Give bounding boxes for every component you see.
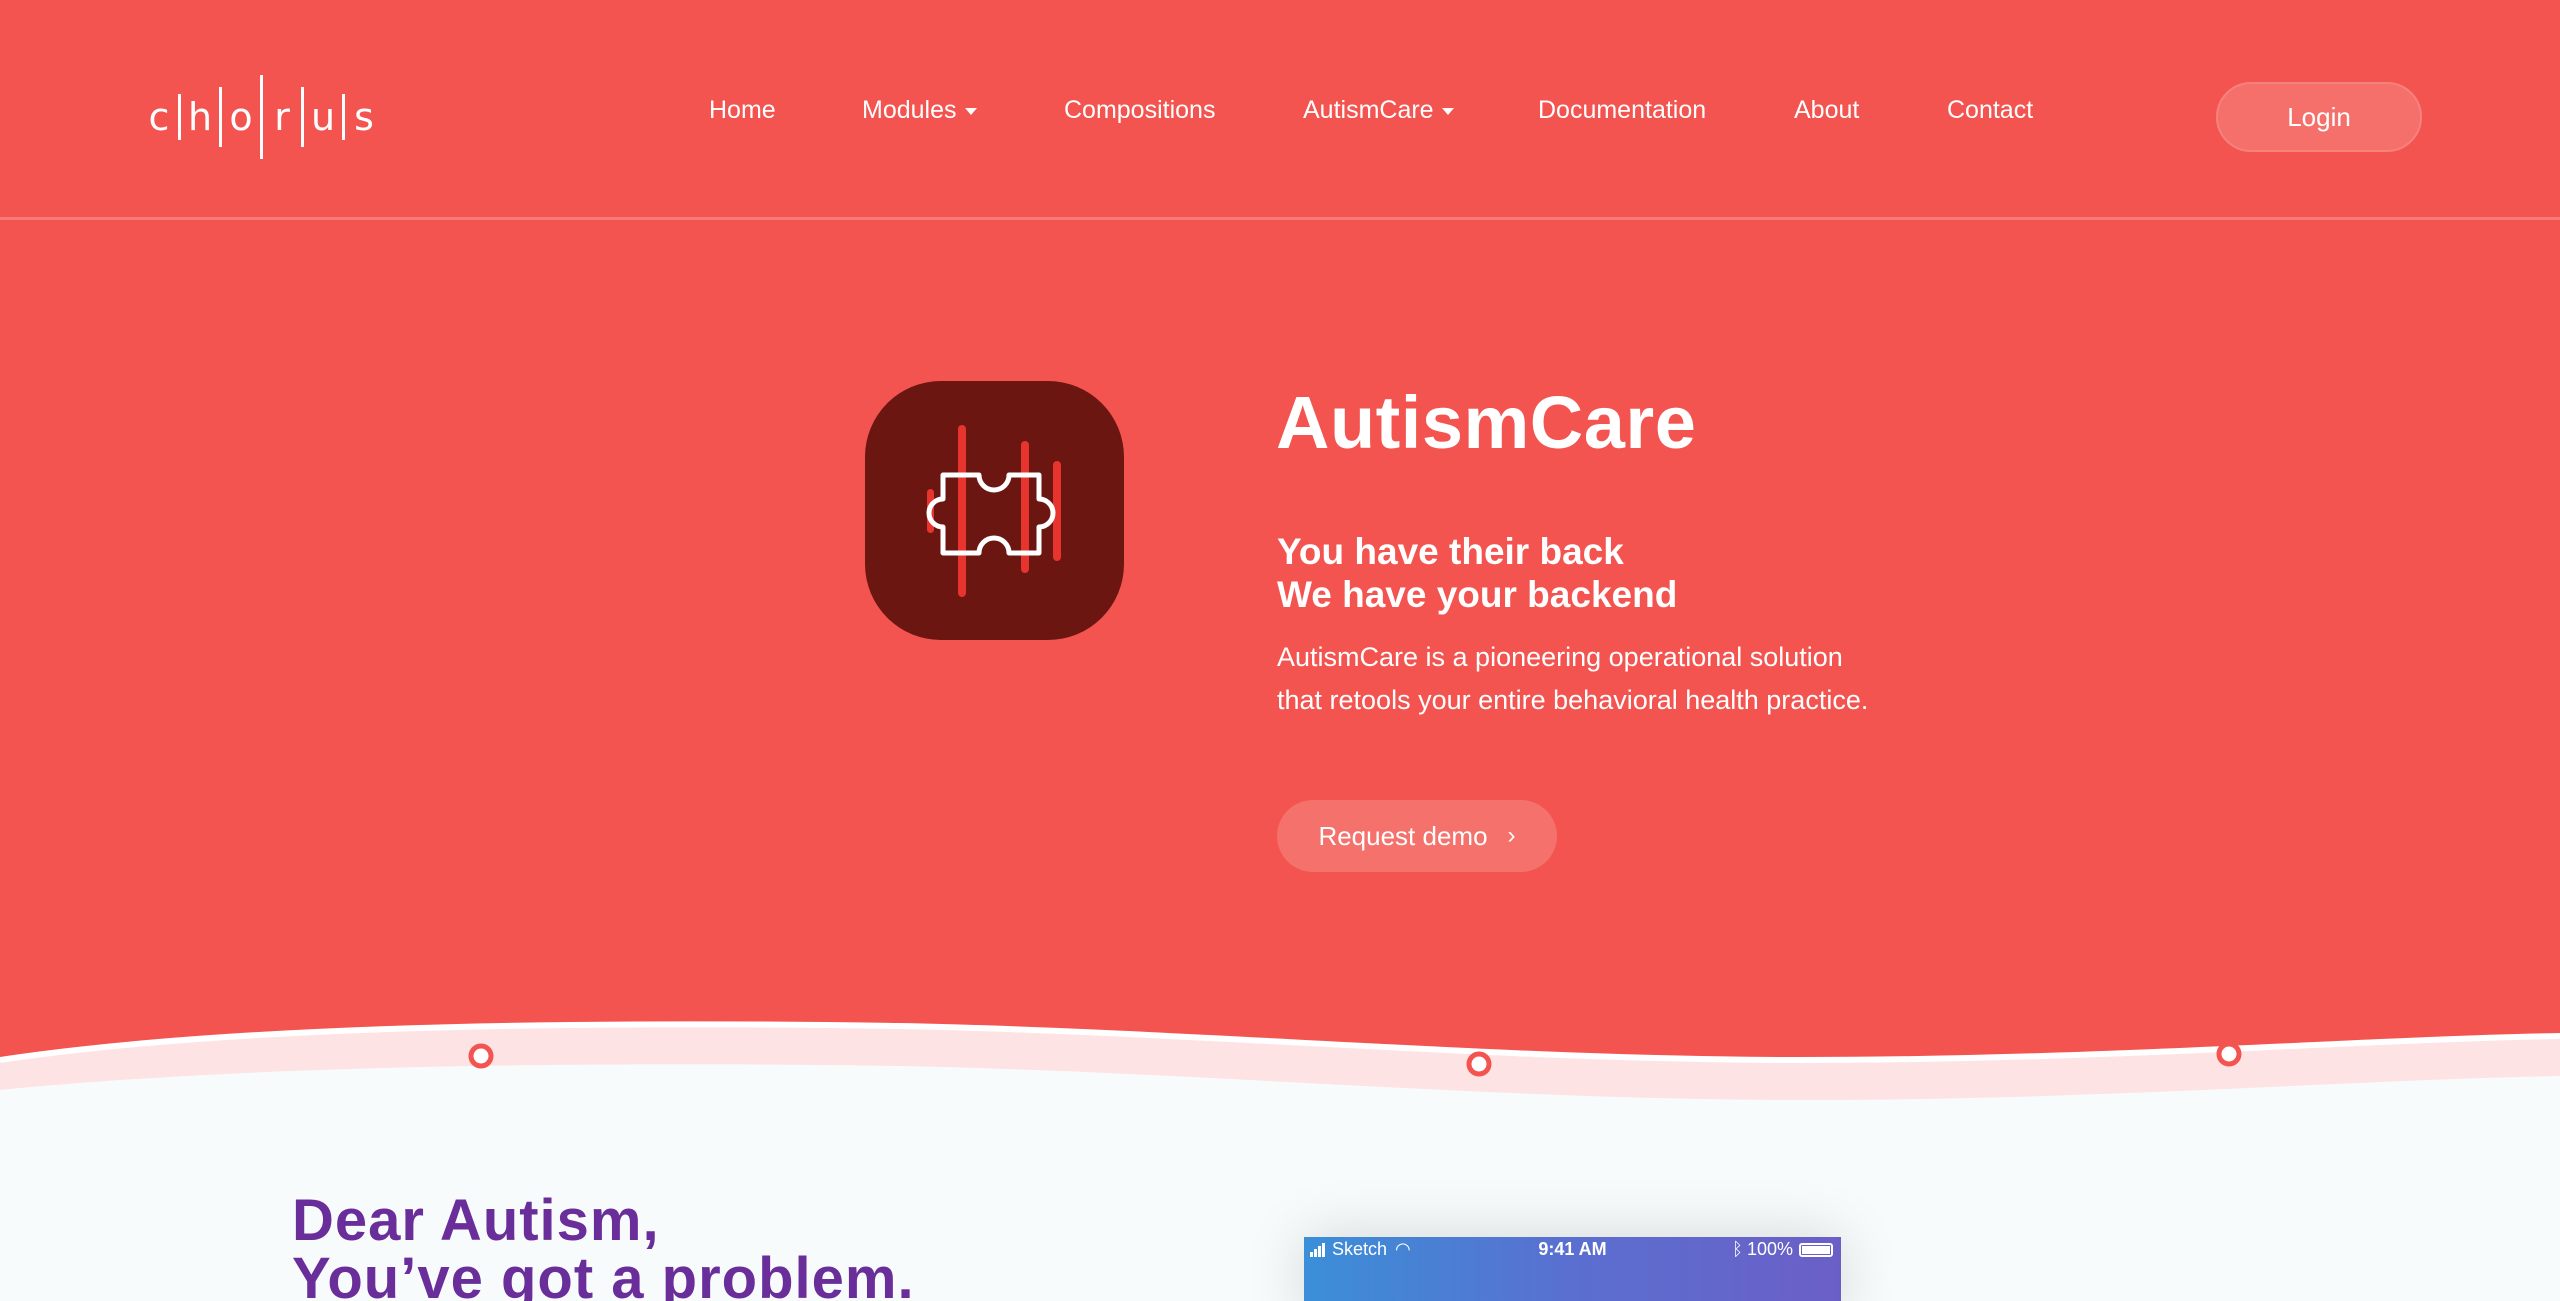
nav-documentation-label: Documentation xyxy=(1538,96,1707,124)
logo-letter: s xyxy=(354,95,374,139)
caret-down-icon xyxy=(964,108,977,115)
logo-letter: u xyxy=(310,95,336,139)
logo-letter: o xyxy=(229,95,253,139)
dear-autism-line1: Dear Autism, xyxy=(292,1188,660,1253)
battery-percent: 100% xyxy=(1746,1239,1793,1259)
hero-section: c h o r u s Home Modules Compositions Au… xyxy=(0,0,2560,1080)
phone-status-bar: Sketch ◠ 9:41 AM ᛒ 100% xyxy=(1304,1237,1841,1263)
nav-autismcare[interactable]: AutismCare xyxy=(1303,96,1454,125)
hero-subtitle: You have their back We have your backend xyxy=(1277,530,1677,616)
logo-letter: h xyxy=(187,95,213,139)
nav-compositions-label: Compositions xyxy=(1064,96,1216,124)
chevron-right-icon: › xyxy=(1507,822,1516,849)
nav-modules[interactable]: Modules xyxy=(862,96,977,125)
wave-dot xyxy=(468,1043,494,1069)
battery-icon xyxy=(1799,1242,1833,1257)
wave-dot xyxy=(2216,1041,2242,1067)
nav-home-label: Home xyxy=(709,96,776,124)
nav-documentation[interactable]: Documentation xyxy=(1538,96,1706,125)
hero-title: AutismCare xyxy=(1276,381,1697,464)
nav-about-label: About xyxy=(1794,96,1860,124)
login-button[interactable]: Login xyxy=(2216,82,2422,152)
wave-divider xyxy=(0,1020,2560,1130)
hero-description-line2: that retools your entire behavioral heal… xyxy=(1277,685,1869,715)
nav-compositions[interactable]: Compositions xyxy=(1064,96,1215,125)
logo-letter: c xyxy=(148,95,170,139)
bluetooth-icon: ᛒ xyxy=(1732,1239,1743,1259)
dear-autism-line2: You’ve got a problem. xyxy=(292,1246,915,1301)
puzzle-piece-icon xyxy=(926,425,1061,597)
phone-mockup: Sketch ◠ 9:41 AM ᛒ 100% xyxy=(1304,1237,1841,1301)
hero-description: AutismCare is a pioneering operational s… xyxy=(1277,636,1997,722)
nav-home[interactable]: Home xyxy=(709,96,776,125)
nav-contact-label: Contact xyxy=(1947,96,2034,124)
hero-description-line1: AutismCare is a pioneering operational s… xyxy=(1277,642,1843,672)
request-demo-button[interactable]: Request demo › xyxy=(1277,800,1557,872)
request-demo-label: Request demo xyxy=(1318,820,1488,851)
nav-contact[interactable]: Contact xyxy=(1947,96,2033,125)
dear-autism-heading: Dear Autism, You’ve got a problem. xyxy=(292,1192,915,1301)
site-header: c h o r u s Home Modules Compositions Au… xyxy=(0,0,2560,220)
chorus-logo[interactable]: c h o r u s xyxy=(140,74,383,160)
nav-autismcare-label: AutismCare xyxy=(1303,96,1434,124)
autismcare-app-icon xyxy=(865,381,1124,640)
caret-down-icon xyxy=(1441,108,1454,115)
hero-subtitle-line2: We have your backend xyxy=(1277,574,1678,615)
wave-dot xyxy=(1466,1051,1492,1077)
hero-subtitle-line1: You have their back xyxy=(1277,531,1624,572)
status-right: ᛒ 100% xyxy=(1732,1239,1833,1260)
logo-letter: r xyxy=(274,95,290,139)
nav-about[interactable]: About xyxy=(1794,96,1859,125)
nav-modules-label: Modules xyxy=(862,96,957,124)
